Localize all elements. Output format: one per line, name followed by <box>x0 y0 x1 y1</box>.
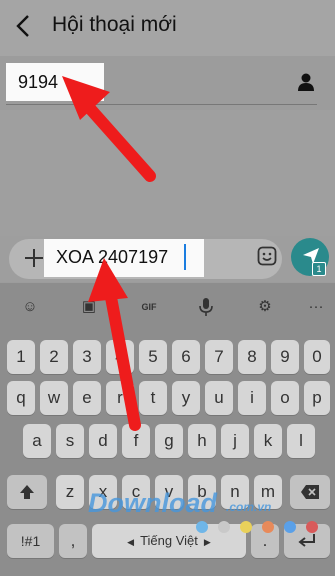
recipient-value: 9194 <box>18 72 59 92</box>
comma-key[interactable]: , <box>59 524 87 558</box>
plus-icon[interactable] <box>22 246 46 270</box>
key-g[interactable]: g <box>155 424 183 458</box>
key-o[interactable]: o <box>271 381 299 415</box>
watermark-brand: Download <box>88 488 217 518</box>
settings-icon[interactable]: ⚙ <box>252 296 278 318</box>
left-cursor-icon: ◀ <box>127 537 135 547</box>
message-list <box>0 110 335 236</box>
watermark-dot <box>240 521 252 533</box>
key-0[interactable]: 0 <box>304 340 330 374</box>
key-j[interactable]: j <box>221 424 249 458</box>
back-arrow-icon[interactable] <box>13 13 35 39</box>
key-1[interactable]: 1 <box>7 340 35 374</box>
gif-button[interactable]: GIF <box>136 296 162 318</box>
emoji-icon[interactable]: ☺ <box>17 296 43 318</box>
key-i[interactable]: i <box>238 381 266 415</box>
key-w[interactable]: w <box>40 381 68 415</box>
page-title: Hội thoại mới <box>52 13 177 36</box>
text-caret <box>184 244 186 270</box>
key-4[interactable]: 4 <box>106 340 134 374</box>
key-h[interactable]: h <box>188 424 216 458</box>
space-label: Tiếng Việt <box>140 533 198 548</box>
sim-badge: 1 <box>312 262 326 276</box>
backspace-key[interactable] <box>290 475 330 509</box>
key-t[interactable]: t <box>139 381 167 415</box>
watermark-domain: .com.vn <box>226 500 272 514</box>
symbols-key[interactable]: !#1 <box>7 524 54 558</box>
key-f[interactable]: f <box>122 424 150 458</box>
key-9[interactable]: 9 <box>271 340 299 374</box>
watermark-dot <box>262 521 274 533</box>
key-6[interactable]: 6 <box>172 340 200 374</box>
watermark-dot <box>284 521 296 533</box>
right-cursor-icon: ▶ <box>203 537 211 547</box>
image-icon[interactable]: ▣ <box>76 296 102 318</box>
key-s[interactable]: s <box>56 424 84 458</box>
sticker-icon[interactable] <box>257 246 277 266</box>
watermark-dot <box>218 521 230 533</box>
key-7[interactable]: 7 <box>205 340 233 374</box>
key-e[interactable]: e <box>73 381 101 415</box>
key-p[interactable]: p <box>304 381 330 415</box>
backspace-icon <box>301 485 319 499</box>
key-k[interactable]: k <box>254 424 282 458</box>
key-d[interactable]: d <box>89 424 117 458</box>
key-u[interactable]: u <box>205 381 233 415</box>
key-z[interactable]: z <box>56 475 84 509</box>
more-icon[interactable]: ··· <box>303 296 329 318</box>
enter-icon <box>298 534 315 547</box>
mic-icon[interactable] <box>198 297 214 317</box>
watermark-dot <box>306 521 318 533</box>
key-2[interactable]: 2 <box>40 340 68 374</box>
watermark-dot <box>196 521 208 533</box>
key-a[interactable]: a <box>23 424 51 458</box>
person-icon[interactable] <box>297 72 315 92</box>
message-input-text: XOA 2407197 <box>56 247 169 267</box>
key-q[interactable]: q <box>7 381 35 415</box>
key-3[interactable]: 3 <box>73 340 101 374</box>
key-5[interactable]: 5 <box>139 340 167 374</box>
shift-key[interactable] <box>7 475 47 509</box>
key-l[interactable]: l <box>287 424 315 458</box>
shift-icon <box>20 485 34 499</box>
recipient-underline <box>6 104 317 105</box>
key-8[interactable]: 8 <box>238 340 266 374</box>
key-r[interactable]: r <box>106 381 134 415</box>
key-y[interactable]: y <box>172 381 200 415</box>
